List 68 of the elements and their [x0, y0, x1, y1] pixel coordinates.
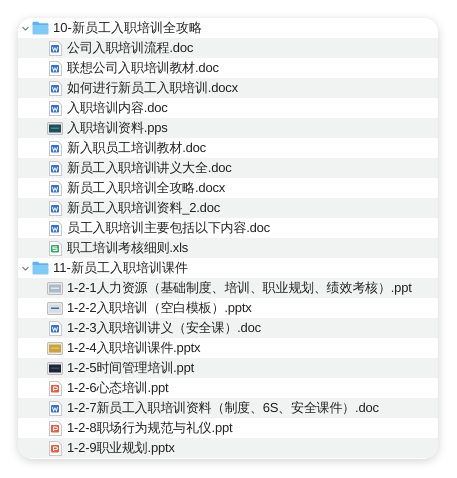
- folder-name: 10-新员工入职培训全攻略: [53, 19, 202, 38]
- file-row[interactable]: 1-2-5时间管理培训.ppt: [18, 358, 438, 378]
- file-name: 新员工入职培训讲义大全.doc: [67, 159, 232, 178]
- file-name: 联想公司入职培训教材.doc: [67, 59, 219, 78]
- file-row[interactable]: 1-2-3入职培训讲义（安全课）.doc: [18, 318, 438, 338]
- file-row[interactable]: 如何进行新员工入职培训.docx: [18, 78, 438, 98]
- file-name: 1-2-8职场行为规范与礼仪.ppt: [67, 419, 232, 438]
- file-row[interactable]: 1-2-2入职培训（空白模板）.pptx: [18, 298, 438, 318]
- presentation-icon: [48, 420, 62, 436]
- slide-preview-icon: [47, 282, 63, 294]
- folder-row[interactable]: 10-新员工入职培训全攻略: [18, 18, 438, 38]
- spreadsheet-icon: [48, 240, 62, 256]
- file-name: 1-2-4入职培训课件.pptx: [67, 339, 200, 358]
- file-row[interactable]: 新员工入职培训资料_2.doc: [18, 198, 438, 218]
- slide-preview-icon: [47, 302, 63, 314]
- file-name: 新员工入职培训全攻略.docx: [67, 179, 226, 198]
- slide-preview-icon: [47, 362, 63, 374]
- file-row[interactable]: 新员工入职培训讲义大全.doc: [18, 158, 438, 178]
- file-row[interactable]: 职工培训考核细则.xls: [18, 238, 438, 258]
- disclosure-chevron-icon[interactable]: [21, 24, 30, 32]
- file-row[interactable]: 1-2-4入职培训课件.pptx: [18, 338, 438, 358]
- file-name: 新员工入职培训资料_2.doc: [67, 199, 220, 218]
- word-document-icon: [48, 160, 62, 176]
- file-name: 1-2-7新员工入职培训资料（制度、6S、安全课件）.doc: [67, 399, 379, 418]
- presentation-icon: [48, 380, 62, 396]
- word-document-icon: [48, 400, 62, 416]
- file-name: 如何进行新员工入职培训.docx: [67, 79, 238, 98]
- file-name: 入职培训资料.pps: [67, 119, 168, 138]
- word-document-icon: [48, 40, 62, 56]
- file-row[interactable]: 员工入职培训主要包括以下内容.doc: [18, 218, 438, 238]
- word-document-icon: [48, 60, 62, 76]
- file-row[interactable]: 联想公司入职培训教材.doc: [18, 58, 438, 78]
- word-document-icon: [48, 200, 62, 216]
- file-name: 职工培训考核细则.xls: [67, 239, 188, 258]
- slide-preview-icon: [47, 342, 63, 354]
- word-document-icon: [48, 80, 62, 96]
- file-row[interactable]: 入职培训内容.doc: [18, 98, 438, 118]
- folder-name: 11-新员工入职培训课件: [53, 259, 188, 278]
- presentation-icon: [48, 440, 62, 456]
- file-name: 1-2-3入职培训讲义（安全课）.doc: [67, 319, 261, 338]
- disclosure-chevron-icon[interactable]: [21, 264, 30, 272]
- file-name: 1-2-9职业规划.pptx: [67, 439, 175, 458]
- file-name: 新入职员工培训教材.doc: [67, 139, 206, 158]
- folder-row[interactable]: 11-新员工入职培训课件: [18, 258, 438, 278]
- file-name: 员工入职培训主要包括以下内容.doc: [67, 219, 270, 238]
- file-row[interactable]: 1-2-6心态培训.ppt: [18, 378, 438, 398]
- file-name: 公司入职培训流程.doc: [67, 39, 194, 58]
- file-name: 1-2-1人力资源（基础制度、培训、职业规划、绩效考核）.ppt: [67, 279, 412, 298]
- word-document-icon: [48, 100, 62, 116]
- word-document-icon: [48, 140, 62, 156]
- folder-icon: [32, 21, 49, 35]
- word-document-icon: [48, 320, 62, 336]
- slide-preview-icon: [47, 122, 63, 134]
- file-name: 1-2-6心态培训.ppt: [67, 379, 168, 398]
- file-row[interactable]: 新员工入职培训全攻略.docx: [18, 178, 438, 198]
- folder-icon: [32, 261, 49, 275]
- file-row[interactable]: 公司入职培训流程.doc: [18, 38, 438, 58]
- file-row[interactable]: 1-2-7新员工入职培训资料（制度、6S、安全课件）.doc: [18, 398, 438, 418]
- word-document-icon: [48, 220, 62, 236]
- file-name: 1-2-2入职培训（空白模板）.pptx: [67, 299, 252, 318]
- file-row[interactable]: 入职培训资料.pps: [18, 118, 438, 138]
- file-row[interactable]: 1-2-1人力资源（基础制度、培训、职业规划、绩效考核）.ppt: [18, 278, 438, 298]
- file-row[interactable]: 1-2-9职业规划.pptx: [18, 438, 438, 458]
- word-document-icon: [48, 180, 62, 196]
- file-row[interactable]: 1-2-8职场行为规范与礼仪.ppt: [18, 418, 438, 438]
- file-row[interactable]: 新入职员工培训教材.doc: [18, 138, 438, 158]
- file-name: 1-2-5时间管理培训.ppt: [67, 359, 194, 378]
- file-name: 入职培训内容.doc: [67, 99, 168, 118]
